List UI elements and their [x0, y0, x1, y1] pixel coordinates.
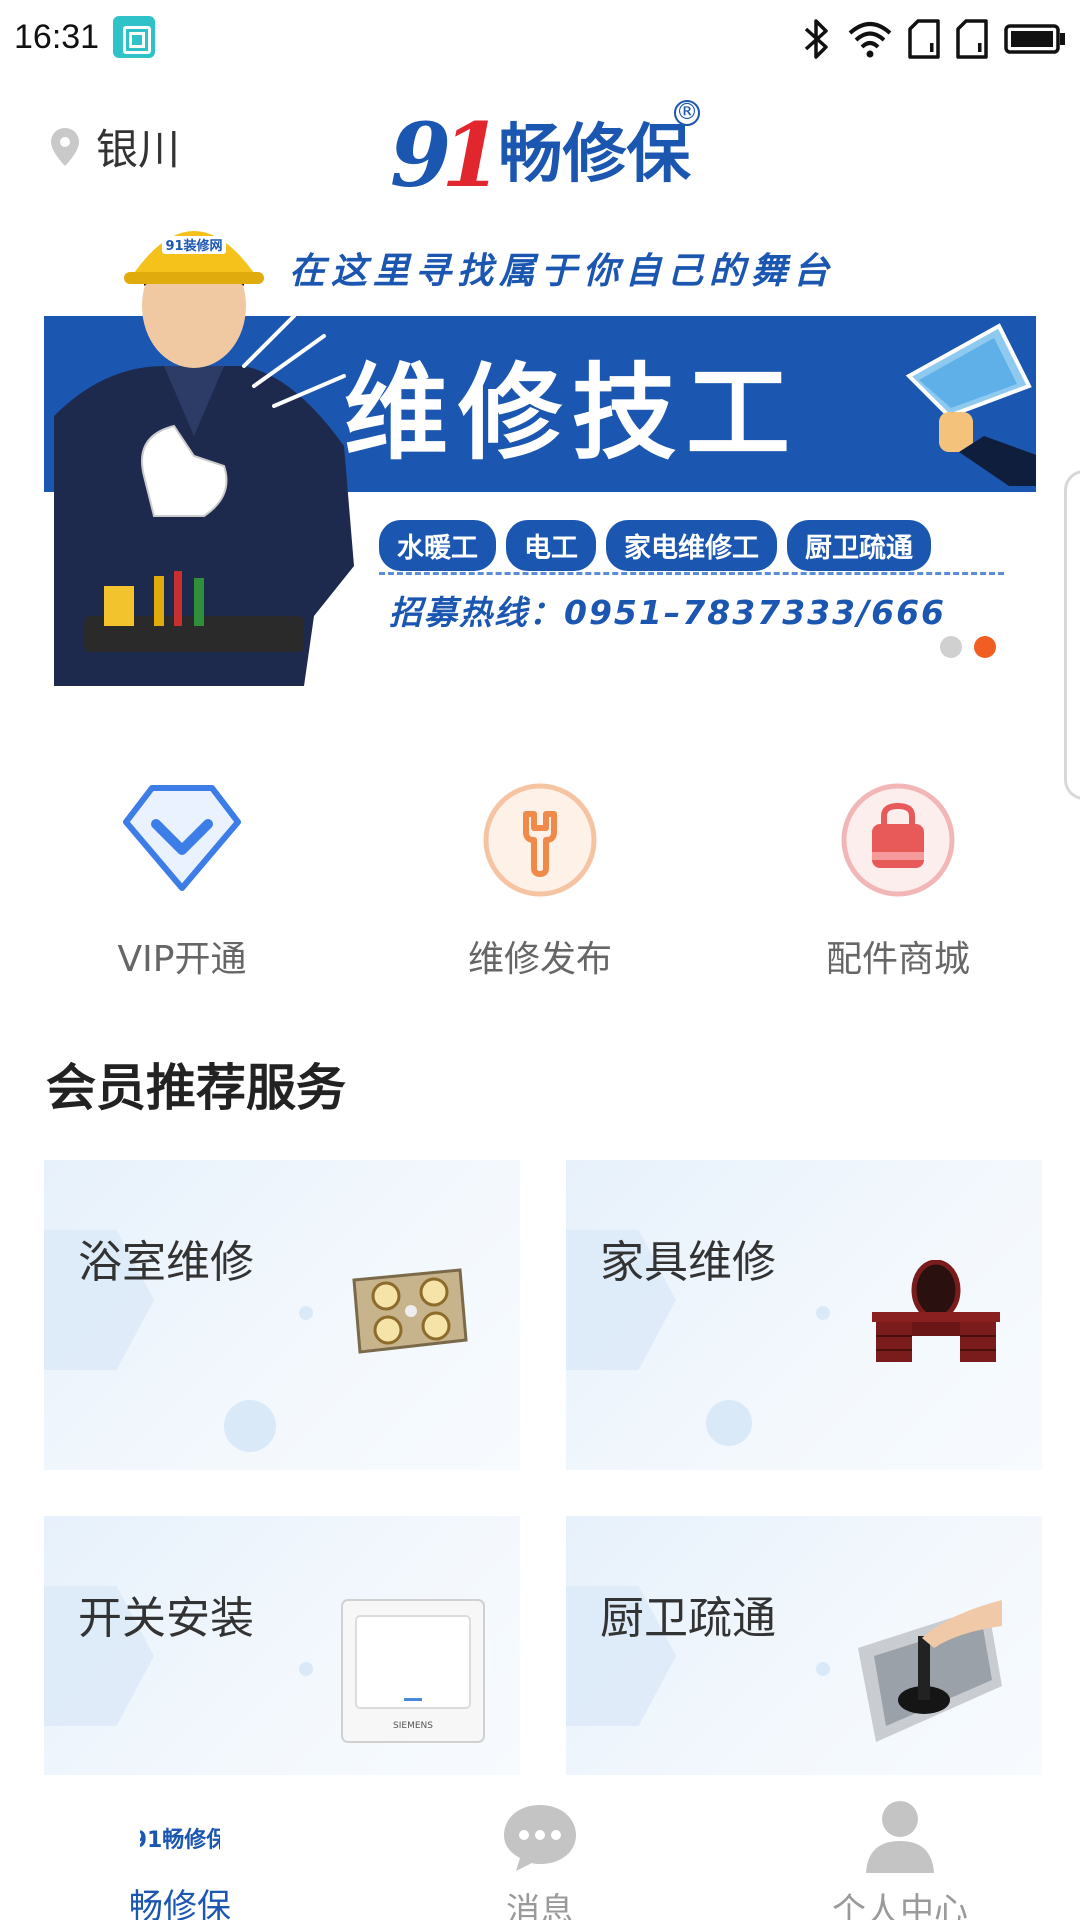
wrench-icon — [483, 783, 597, 897]
banner-divider — [379, 572, 1004, 575]
chip-electrician: 电工 — [506, 520, 596, 571]
home-logo-icon: 91畅修保 — [132, 1795, 230, 1875]
location-selector[interactable]: 银川 — [50, 116, 180, 177]
tab-messages[interactable]: 消息 — [400, 1775, 680, 1920]
chip-plumber: 水暖工 — [379, 520, 496, 571]
svg-text:91畅修保: 91畅修保 — [140, 1827, 220, 1853]
card-bubble — [816, 1662, 830, 1676]
bottom-tab-bar: 91畅修保 畅修保 消息 个人中心 — [0, 1775, 1080, 1920]
banner-hotline: 招募热线：0951–7837333/666 — [389, 593, 947, 632]
status-bar: 16:31 — [0, 0, 1080, 80]
banner-headline: 维修技工 — [344, 352, 801, 474]
sim2-icon — [956, 19, 988, 59]
parts-mall-action[interactable]: 配件商城 — [768, 780, 1028, 982]
megaphone-icon — [905, 323, 1036, 486]
person-icon — [866, 1801, 934, 1873]
service-title: 厨卫疏通 — [600, 1593, 776, 1644]
chat-bubble-icon — [504, 1805, 576, 1871]
section-title: 会员推荐服务 — [46, 1059, 346, 1117]
promo-banner[interactable]: 在这里寻找属于你自己的舞台 维修技工 水暖工 电工 家电维修工 厨卫疏通 招募热… — [44, 216, 1036, 686]
tab-label: 畅修保 — [129, 1887, 231, 1920]
service-card-drain[interactable]: 厨卫疏通 — [566, 1516, 1042, 1775]
tab-label: 消息 — [506, 1891, 574, 1920]
service-title: 开关安装 — [78, 1593, 254, 1644]
tab-label: 个人中心 — [832, 1891, 968, 1920]
vip-label: VIP开通 — [117, 939, 247, 980]
pagination-dot[interactable] — [940, 636, 962, 658]
logo-number: 91 — [390, 103, 503, 207]
sink-plunger-image — [858, 1600, 1002, 1742]
card-bubble — [816, 1306, 830, 1320]
registered-mark: ® — [674, 100, 700, 126]
shopping-bag-icon — [841, 783, 955, 897]
city-label: 银川 — [96, 125, 181, 174]
quick-actions: VIP开通 维修发布 配件商城 — [0, 780, 1080, 980]
battery-icon — [1004, 24, 1065, 54]
service-title: 浴室维修 — [78, 1237, 254, 1288]
vip-action[interactable]: VIP开通 — [52, 780, 312, 982]
location-pin-icon — [51, 127, 79, 166]
tab-profile[interactable]: 个人中心 — [760, 1775, 1040, 1920]
screenshot-icon — [113, 16, 155, 58]
chip-drain-cleaning: 厨卫疏通 — [787, 520, 931, 571]
status-icons — [802, 14, 1066, 64]
edge-swipe-handle[interactable] — [1064, 470, 1080, 800]
sim1-icon — [908, 19, 940, 59]
app-header: 银川 91 畅修保 ® — [0, 80, 1080, 210]
service-card-switch[interactable]: 开关安装 SIEMENS — [44, 1516, 520, 1775]
chip-appliance-repair: 家电维修工 — [606, 520, 777, 571]
worker-illustration: 91装修网 — [54, 231, 354, 686]
trade-chips: 水暖工 电工 家电维修工 厨卫疏通 — [379, 520, 931, 571]
logo-text: 畅修保 — [498, 118, 691, 192]
card-bubble — [706, 1400, 752, 1446]
service-card-furniture[interactable]: 家具维修 — [566, 1160, 1042, 1470]
bathroom-heater-image — [352, 1268, 468, 1354]
vip-diamond-icon — [123, 785, 241, 891]
wifi-icon — [848, 22, 892, 58]
card-bubble — [299, 1662, 313, 1676]
switch-brand-text: SIEMENS — [393, 1721, 433, 1731]
service-card-bathroom[interactable]: 浴室维修 — [44, 1160, 520, 1470]
parts-mall-label: 配件商城 — [825, 939, 970, 980]
helmet-logo-text: 91装修网 — [165, 238, 222, 254]
card-bubble — [299, 1306, 313, 1320]
repair-publish-action[interactable]: 维修发布 — [410, 780, 670, 982]
pagination-dot-active[interactable] — [974, 636, 996, 658]
app-logo: 91 畅修保 ® — [390, 100, 700, 200]
tab-home[interactable]: 91畅修保 畅修保 — [40, 1775, 320, 1920]
repair-publish-label: 维修发布 — [467, 939, 612, 980]
card-bubble — [224, 1400, 276, 1452]
dresser-image — [872, 1260, 1000, 1362]
bluetooth-icon — [804, 19, 828, 59]
status-time: 16:31 — [14, 18, 100, 56]
wall-switch-image: SIEMENS — [341, 1599, 485, 1743]
banner-pagination — [940, 636, 996, 658]
service-title: 家具维修 — [600, 1237, 776, 1288]
